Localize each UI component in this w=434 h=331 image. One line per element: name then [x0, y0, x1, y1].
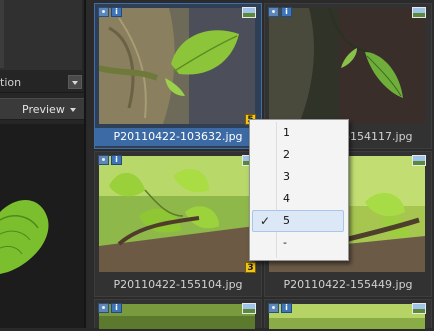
thumbnail-caption: P20110422-103632.jpg — [95, 128, 261, 146]
rating-menu-item-2[interactable]: 2 — [252, 144, 344, 166]
left-panel-header — [0, 0, 82, 70]
info-icon[interactable]: i — [111, 7, 122, 17]
camera-icon — [268, 303, 279, 313]
chevron-down-icon[interactable] — [70, 108, 76, 112]
rating-menu-item-3[interactable]: 3 — [252, 166, 344, 188]
left-option-row[interactable]: tion — [0, 72, 86, 93]
preview-dropdown-label: Preview — [22, 103, 65, 116]
camera-icon — [268, 7, 279, 17]
thumbnail-image — [99, 8, 255, 124]
thumbnail-image — [99, 304, 255, 329]
menu-item-label: 5 — [283, 214, 290, 227]
thumbnail-caption: P20110422-155449.jpg — [283, 278, 413, 291]
menu-item-label: 2 — [283, 148, 290, 161]
thumbnail-item[interactable]: i 5 P20110422-103632.jpg — [94, 3, 262, 149]
rating-menu-item-5[interactable]: ✓ 5 — [252, 210, 344, 232]
rating-context-menu: 1 2 3 4 ✓ 5 - — [249, 119, 349, 261]
panel-splitter[interactable] — [84, 0, 86, 328]
info-icon[interactable]: i — [281, 7, 292, 17]
thumbnail-item[interactable]: i — [94, 299, 262, 329]
menu-item-label: 4 — [283, 192, 290, 205]
rating-menu-item-4[interactable]: 4 — [252, 188, 344, 210]
camera-icon — [98, 7, 109, 17]
info-icon[interactable]: i — [111, 155, 122, 165]
menu-item-label: 1 — [283, 126, 290, 139]
menu-item-label: - — [283, 236, 287, 249]
thumbnail-image — [99, 156, 255, 272]
camera-icon — [98, 155, 109, 165]
landscape-icon — [242, 7, 256, 18]
preview-pane — [0, 124, 86, 328]
landscape-icon — [412, 155, 426, 166]
thumbnail-caption: P20110422-155104.jpg — [113, 278, 243, 291]
landscape-icon — [242, 303, 256, 314]
preview-image — [0, 124, 86, 328]
preview-dropdown[interactable]: Preview — [0, 98, 86, 120]
chevron-down-icon[interactable] — [68, 75, 82, 89]
rating-badge[interactable]: 3 — [245, 262, 256, 273]
menu-item-label: 3 — [283, 170, 290, 183]
camera-icon — [98, 303, 109, 313]
left-scrollbar[interactable] — [0, 0, 4, 68]
left-option-label: tion — [0, 76, 22, 89]
thumbnail-image — [269, 304, 425, 329]
info-icon[interactable]: i — [281, 303, 292, 313]
info-icon[interactable]: i — [111, 303, 122, 313]
thumbnail-item[interactable]: i — [264, 299, 432, 329]
landscape-icon — [412, 7, 426, 18]
thumbnail-item[interactable]: i 3 P20110422-155104.jpg — [94, 151, 262, 297]
thumbnail-image — [269, 8, 425, 124]
rating-menu-item-none[interactable]: - — [252, 232, 344, 254]
landscape-icon — [412, 303, 426, 314]
checkmark-icon: ✓ — [260, 214, 271, 228]
left-panel: tion Preview — [0, 0, 86, 328]
rating-menu-item-1[interactable]: 1 — [252, 122, 344, 144]
